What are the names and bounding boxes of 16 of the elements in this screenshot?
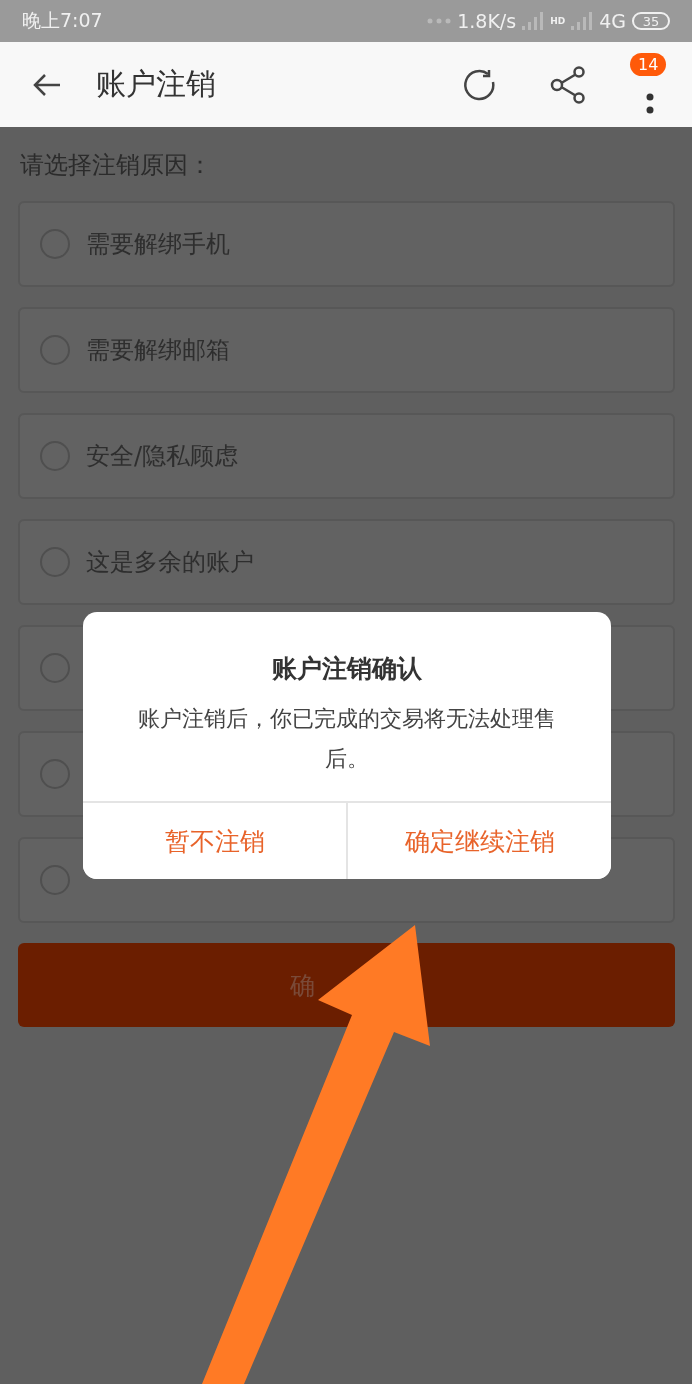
signal-icon: [522, 12, 545, 30]
network-speed: 1.8K/s: [457, 10, 517, 32]
page-title: 账户注销: [96, 65, 217, 103]
notification-badge: 14: [630, 52, 667, 76]
share-icon[interactable]: [550, 65, 586, 104]
signal-icon: [571, 12, 594, 30]
network-type: 4G: [599, 10, 626, 32]
battery-indicator: 35: [632, 12, 670, 30]
back-arrow-icon[interactable]: [32, 72, 62, 97]
more-menu-icon[interactable]: [646, 92, 654, 115]
more-dots-icon: [427, 18, 452, 24]
confirm-button[interactable]: 确定继续注销: [346, 803, 611, 879]
hd-label: HD: [550, 16, 566, 26]
dialog-message: 账户注销后，你已完成的交易将无法处理售后。: [137, 705, 557, 773]
dialog-title: 账户注销确认: [271, 653, 423, 685]
status-time: 晚上7:07: [22, 8, 103, 33]
